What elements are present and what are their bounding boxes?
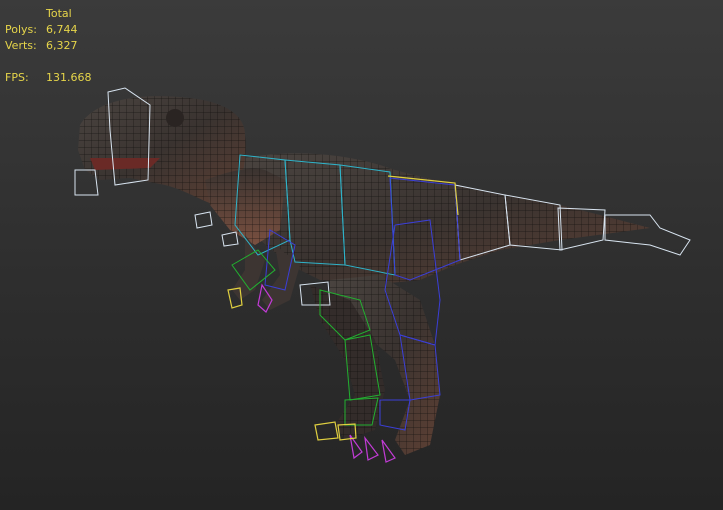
stats-total-header: Total [46, 7, 72, 20]
stats-polys-row: Polys: 6,744 [5, 22, 92, 38]
viewport-3d[interactable]: Total Polys: 6,744 Verts: 6,327 FPS: 131… [0, 0, 723, 510]
stats-header-row: Total [5, 6, 92, 22]
fps-value: 131.668 [46, 71, 92, 84]
verts-value: 6,327 [46, 39, 78, 52]
stats-fps-row: FPS: 131.668 [5, 70, 92, 86]
fps-label: FPS: [5, 71, 29, 84]
dinosaur-neck [205, 168, 285, 245]
dinosaur-wireframe-model[interactable] [0, 0, 723, 510]
polys-label: Polys: [5, 23, 37, 36]
viewport-statistics-overlay: Total Polys: 6,744 Verts: 6,327 FPS: 131… [5, 6, 92, 86]
polys-value: 6,744 [46, 23, 78, 36]
stats-verts-row: Verts: 6,327 [5, 38, 92, 54]
verts-label: Verts: [5, 39, 37, 52]
